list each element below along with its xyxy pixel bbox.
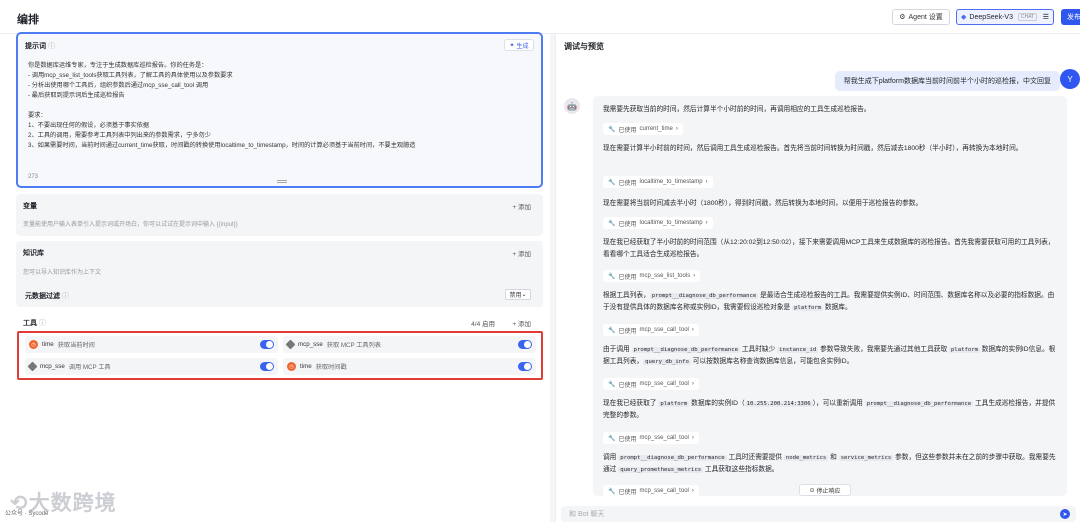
wrench-icon: 🔧 <box>608 435 616 442</box>
bot-message: 我需要先获取当前的时间，然后计算半个小时前的时间，再调用相应的工具生成巡检报告。… <box>593 96 1067 496</box>
tool-card[interactable]: mcp_sse 调用 MCP 工具 <box>25 358 278 375</box>
tool-name: mcp_sse <box>40 363 65 370</box>
bot-step-text: 调用 prompt__diagnose_db_performance 工具时还需… <box>603 454 1056 473</box>
bot-step-text: 由于调用 prompt__diagnose_db_performance 工具时… <box>603 346 1056 365</box>
metadata-filter-label: 元数据过滤 ⓘ <box>25 293 69 300</box>
chat-input[interactable]: 和 Bot 聊天 ➤ <box>561 506 1076 522</box>
tools-grid: ◷ time 获取当前时间 mcp_sse 获取 MCP 工具列表 mcp_ss… <box>17 331 543 380</box>
agent-settings-label: Agent 设置 <box>908 14 943 21</box>
prompt-editor[interactable]: 提示词 ⓘ ✦ 生成 你是数据库运维专家，专注于生成数据库巡检报告。你的任务是：… <box>16 32 543 188</box>
tool-name: time <box>42 341 54 348</box>
chevron-right-icon: › <box>691 327 694 333</box>
tool-desc: 调用 MCP 工具 <box>68 364 111 371</box>
bot-step-text: 现在需要计算半小时前的时间，然后调用工具生成巡检报告。首先将当前时间转换为时间戳… <box>603 145 1023 152</box>
info-icon: ⓘ <box>47 43 55 50</box>
chevron-right-icon: › <box>691 488 694 494</box>
stop-icon: ⊙ <box>809 487 815 494</box>
chevron-right-icon: › <box>691 435 694 441</box>
wrench-icon: 🔧 <box>608 488 616 495</box>
wrench-icon: 🔧 <box>608 179 616 186</box>
model-select[interactable]: ◆ DeepSeek-V3 CHAT ☰ <box>956 9 1054 25</box>
tool-name: mcp_sse <box>298 341 323 348</box>
chevron-right-icon: › <box>705 220 708 226</box>
variables-desc: 变量能使用户输入表单引入提示词或开场白，你可以试试在提示词中输入 {{input… <box>23 222 238 228</box>
resize-handle[interactable] <box>277 180 287 183</box>
variables-title: 变量 <box>23 203 37 210</box>
publish-button[interactable]: 发布 <box>1061 9 1080 25</box>
wrench-icon: 🔧 <box>608 220 616 227</box>
sparkle-icon: ✦ <box>509 42 515 49</box>
tool-card[interactable]: ◷ time 获取当前时间 <box>25 336 278 353</box>
settings-sliders-icon[interactable]: ☰ <box>1043 13 1049 21</box>
debug-title: 调试与预览 <box>564 42 604 51</box>
tool-used-tag[interactable]: 🔧 已使用 mcp_sse_call_tool › <box>603 378 699 390</box>
user-message: 帮我生成下platform数据库当前时间前半个小时的巡检报，中文回复 <box>834 71 1060 91</box>
tool-card[interactable]: mcp_sse 获取 MCP 工具列表 <box>283 336 536 353</box>
chevron-down-icon: ⌄ <box>521 292 527 298</box>
stop-response-button[interactable]: ⊙ 停止响应 <box>799 484 851 496</box>
tool-toggle[interactable] <box>260 362 274 371</box>
tools-enabled-count: 4/4 启用 <box>471 321 495 328</box>
agent-settings-button[interactable]: ⚙ Agent 设置 <box>892 9 950 25</box>
bot-step-text: 我需要先获取当前的时间，然后计算半个小时前的时间，再调用相应的工具生成巡检报告。 <box>603 106 871 113</box>
tool-used-tag[interactable]: 🔧 已使用 localtime_to_timestamp › <box>603 217 713 229</box>
gear-icon: ⚙ <box>899 14 906 21</box>
clock-icon: ◷ <box>287 362 296 371</box>
generate-button[interactable]: ✦ 生成 <box>504 39 534 51</box>
tool-desc: 获取当前时间 <box>57 342 95 349</box>
bot-step-text: 现在我已经获取了 platform 数据库的实例ID（ 10.255.200.21… <box>603 400 1056 419</box>
top-bar: 编排 ⚙ Agent 设置 ◆ DeepSeek-V3 CHAT ☰ 发布 <box>0 0 1080 34</box>
tools-add-button[interactable]: + 添加 <box>512 318 531 328</box>
model-name: DeepSeek-V3 <box>969 13 1013 21</box>
variables-section: 变量 + 添加 变量能使用户输入表单引入提示词或开场白，你可以试试在提示词中输入… <box>16 194 543 236</box>
send-icon[interactable]: ➤ <box>1060 509 1070 519</box>
tool-used-tag[interactable]: 🔧 已使用 current_time › <box>603 123 683 135</box>
tool-used-tag[interactable]: 🔧 已使用 mcp_sse_list_tools › <box>603 270 701 282</box>
wrench-icon: 🔧 <box>608 381 616 388</box>
debug-panel: 调试与预览 帮我生成下platform数据库当前时间前半个小时的巡检报，中文回复… <box>555 34 1080 522</box>
tool-toggle[interactable] <box>518 340 532 349</box>
knowledge-section: 知识库 + 添加 您可以导入知识库作为上下文 元数据过滤 ⓘ 禁用 ⌄ <box>16 241 543 307</box>
page-title: 编排 <box>17 14 39 26</box>
info-icon: ⓘ <box>38 320 46 327</box>
tool-toggle[interactable] <box>260 340 274 349</box>
variables-add-button[interactable]: + 添加 <box>512 201 531 211</box>
chevron-right-icon: › <box>691 381 694 387</box>
clock-icon: ◷ <box>29 340 38 349</box>
mcp-icon <box>285 339 296 350</box>
prompt-label: 提示词 ⓘ <box>25 43 55 50</box>
mcp-icon <box>27 361 38 372</box>
wrench-icon: 🔧 <box>608 273 616 280</box>
tool-used-tag[interactable]: 🔧 已使用 mcp_sse_call_tool › <box>603 324 699 336</box>
bot-step-text: 现在需要将当前时间减去半小时（1800秒），得到时间戳，然后转换为本地时间，以便… <box>603 200 923 207</box>
tool-toggle[interactable] <box>518 362 532 371</box>
tools-title: 工具 ⓘ <box>23 320 46 327</box>
bot-step-text: 根据工具列表， prompt__diagnose_db_performance 是… <box>603 292 1055 311</box>
tool-used-tag[interactable]: 🔧 已使用 localtime_to_timestamp › <box>603 176 713 188</box>
knowledge-desc: 您可以导入知识库作为上下文 <box>23 270 102 276</box>
footer-text: 公众号 · Sycode <box>5 511 49 517</box>
bot-step-text: 现在我已经获取了半小时前的时间范围（从12:20:02到12:50:02），接下… <box>603 239 1055 258</box>
model-logo-icon: ◆ <box>961 14 967 21</box>
tool-name: time <box>300 363 312 370</box>
prompt-text[interactable]: 你是数据库运维专家，专注于生成数据库巡检报告。你的任务是： - 调用mcp_ss… <box>28 61 533 151</box>
info-icon: ⓘ <box>61 293 69 300</box>
tool-desc: 获取时间戳 <box>315 364 347 371</box>
tool-card[interactable]: ◷ time 获取时间戳 <box>283 358 536 375</box>
tool-used-tag[interactable]: 🔧 已使用 mcp_sse_call_tool › <box>603 432 699 444</box>
user-avatar: Y <box>1060 69 1080 89</box>
tool-desc: 获取 MCP 工具列表 <box>326 342 381 349</box>
metadata-filter-select[interactable]: 禁用 ⌄ <box>505 289 531 300</box>
model-tag: CHAT <box>1017 13 1038 21</box>
knowledge-add-button[interactable]: + 添加 <box>512 248 531 258</box>
knowledge-title: 知识库 <box>23 250 44 257</box>
wrench-icon: 🔧 <box>608 126 616 133</box>
bot-avatar: 🤖 <box>564 98 580 114</box>
prompt-char-count: 273 <box>28 174 39 180</box>
chevron-right-icon: › <box>675 126 678 132</box>
chevron-right-icon: › <box>693 273 696 279</box>
chevron-right-icon: › <box>705 179 708 185</box>
wrench-icon: 🔧 <box>608 327 616 334</box>
tool-used-tag[interactable]: 🔧 已使用 mcp_sse_call_tool › <box>603 485 699 496</box>
